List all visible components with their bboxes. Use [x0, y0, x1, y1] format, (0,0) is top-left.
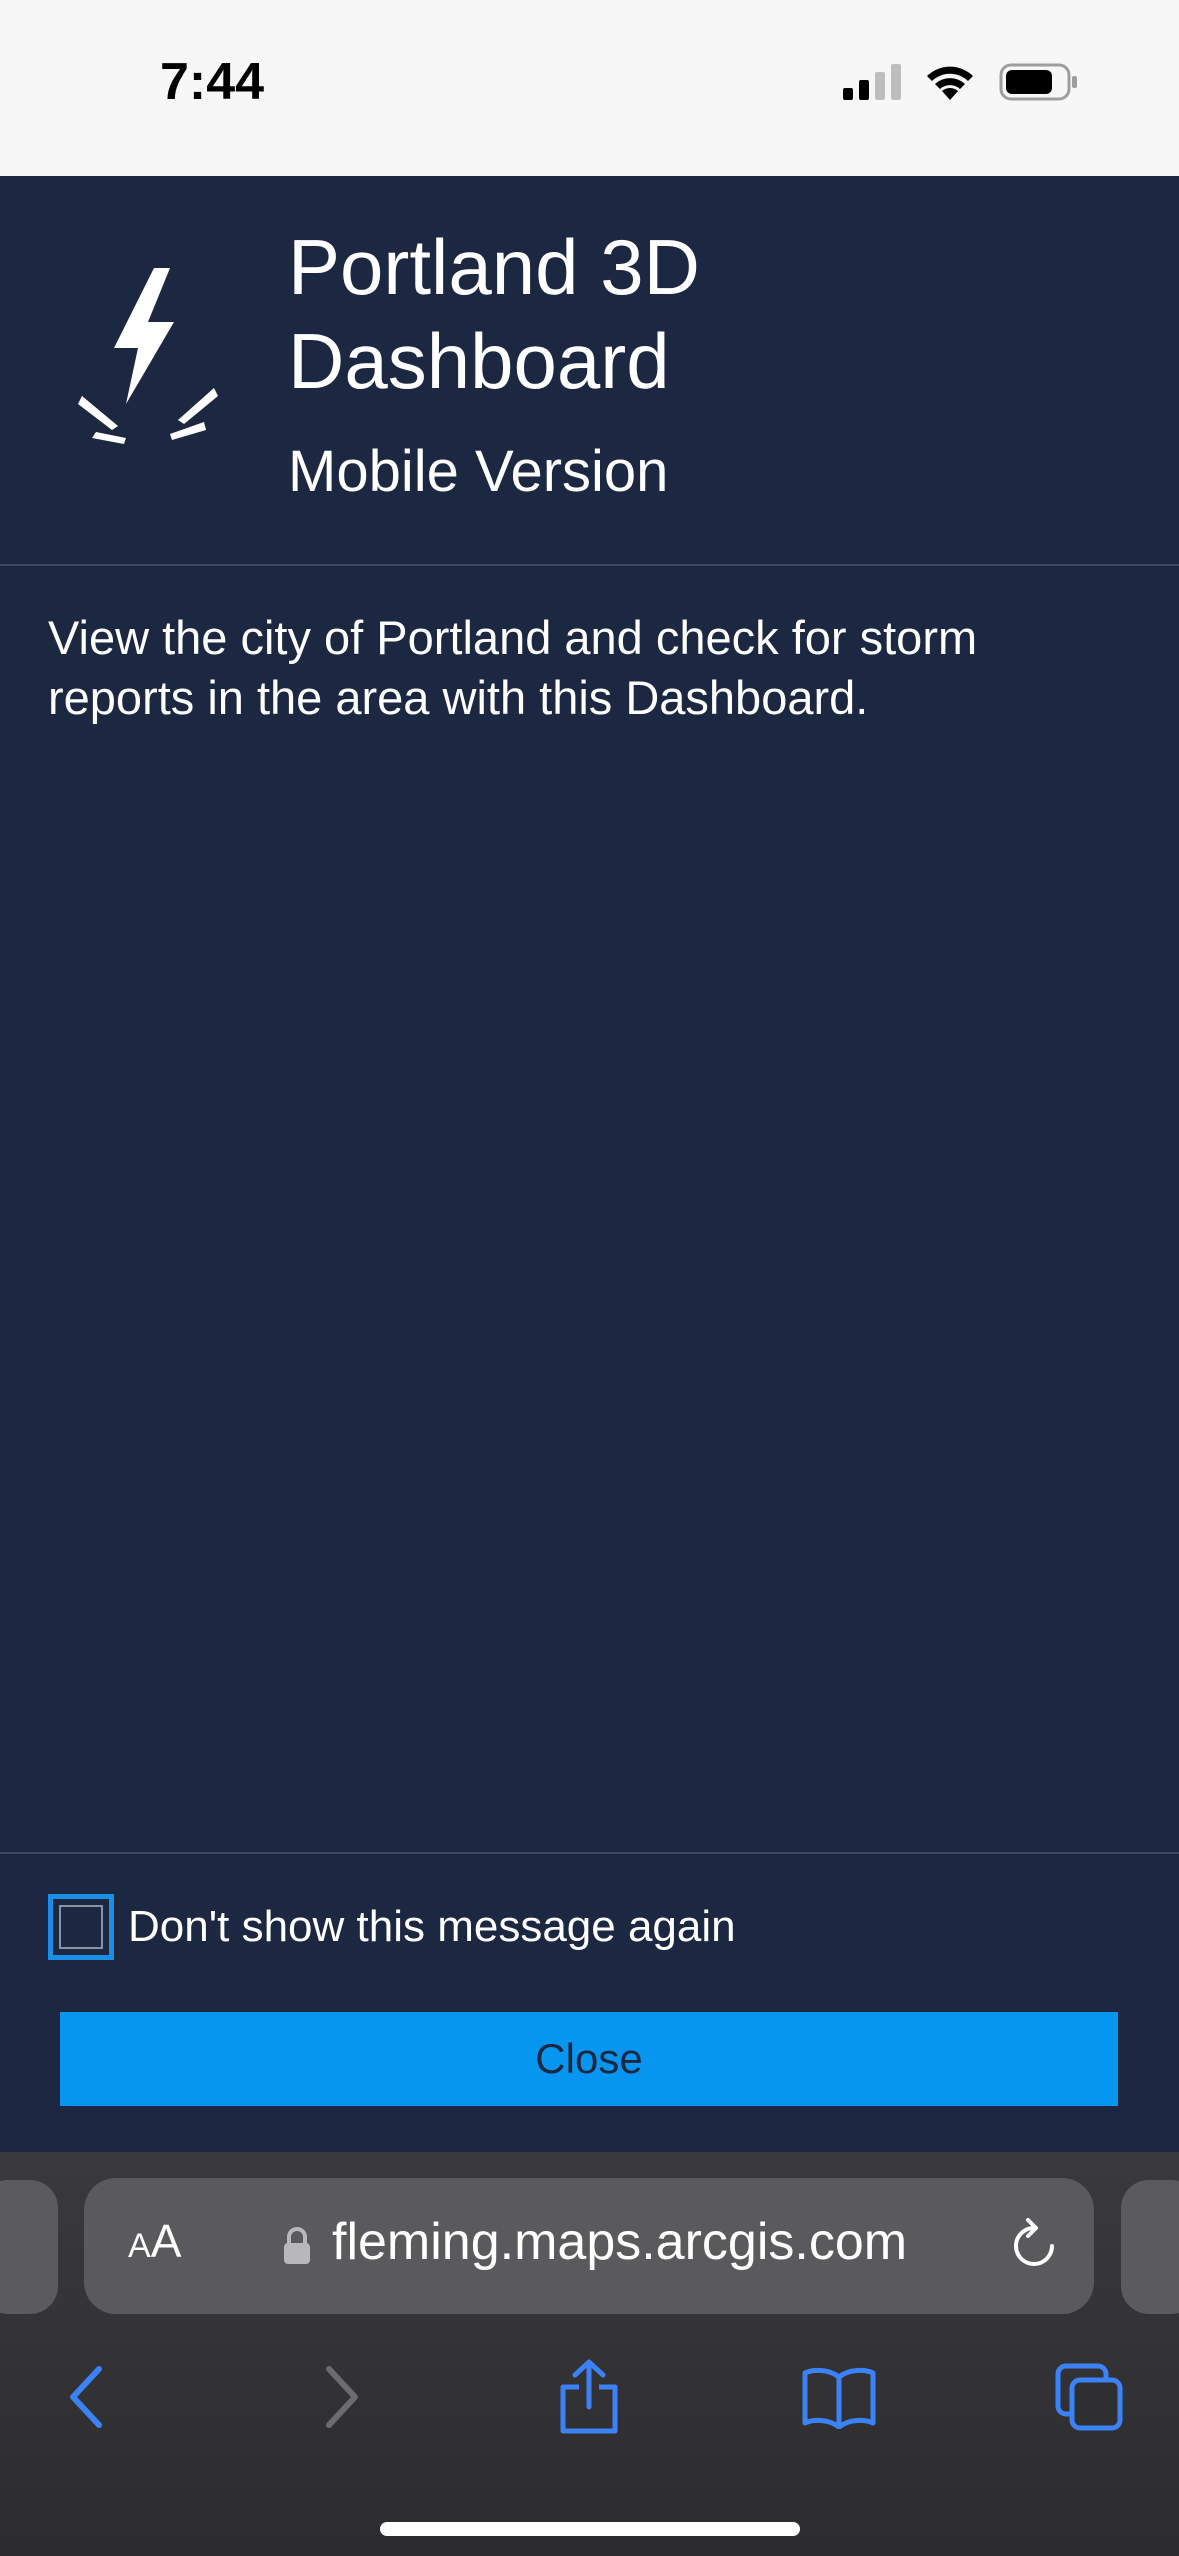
- forward-icon: [326, 2366, 358, 2428]
- dont-show-again-row[interactable]: Don't show this message again: [48, 1894, 736, 1960]
- previous-tab-peek[interactable]: [0, 2180, 58, 2314]
- status-time: 7:44: [160, 53, 265, 111]
- status-icons: [841, 62, 1079, 102]
- text-size-large-a: A: [150, 2215, 182, 2267]
- dialog-title: Portland 3D Dashboard: [288, 223, 700, 405]
- status-bar: 7:44: [0, 0, 1179, 176]
- reload-icon[interactable]: [1010, 2218, 1058, 2272]
- url-text[interactable]: fleming.maps.arcgis.com: [332, 2212, 907, 2272]
- share-icon: [560, 2359, 618, 2434]
- home-indicator: [380, 2522, 800, 2536]
- dialog-description: View the city of Portland and check for …: [48, 611, 978, 724]
- checkbox-box: [59, 1905, 103, 1949]
- bookmarks-icon: [802, 2367, 876, 2429]
- browser-toolbar: [0, 2342, 1179, 2452]
- tabs-button[interactable]: [1034, 2342, 1144, 2452]
- cellular-signal-icon: [843, 64, 901, 100]
- next-tab-peek[interactable]: [1121, 2180, 1179, 2314]
- text-size-button[interactable]: AA: [128, 2214, 181, 2268]
- tabs-icon: [1055, 2363, 1123, 2431]
- battery-icon: [999, 63, 1077, 101]
- forward-button[interactable]: [286, 2342, 396, 2452]
- address-bar[interactable]: AA fleming.maps.arcgis.com: [84, 2178, 1094, 2314]
- dialog-subtitle: Mobile Version: [288, 439, 669, 504]
- share-button[interactable]: [534, 2342, 644, 2452]
- dialog-header: Portland 3D Dashboard Mobile Version: [0, 176, 1179, 566]
- back-button[interactable]: [32, 2342, 142, 2452]
- lightning-bolt-icon: [78, 268, 218, 444]
- dont-show-again-checkbox[interactable]: [48, 1894, 114, 1960]
- splash-dialog: Portland 3D Dashboard Mobile Version Vie…: [0, 176, 1179, 2152]
- lock-icon: [284, 2227, 310, 2264]
- browser-chrome: AA fleming.maps.arcgis.com: [0, 2152, 1179, 2556]
- wifi-icon: [927, 66, 973, 100]
- dont-show-again-label[interactable]: Don't show this message again: [128, 1902, 736, 1952]
- dialog-footer: Don't show this message again Close: [0, 1852, 1179, 2152]
- back-icon: [70, 2366, 102, 2428]
- close-button[interactable]: Close: [60, 2012, 1118, 2106]
- text-size-small-a: A: [128, 2227, 151, 2265]
- bookmarks-button[interactable]: [784, 2342, 894, 2452]
